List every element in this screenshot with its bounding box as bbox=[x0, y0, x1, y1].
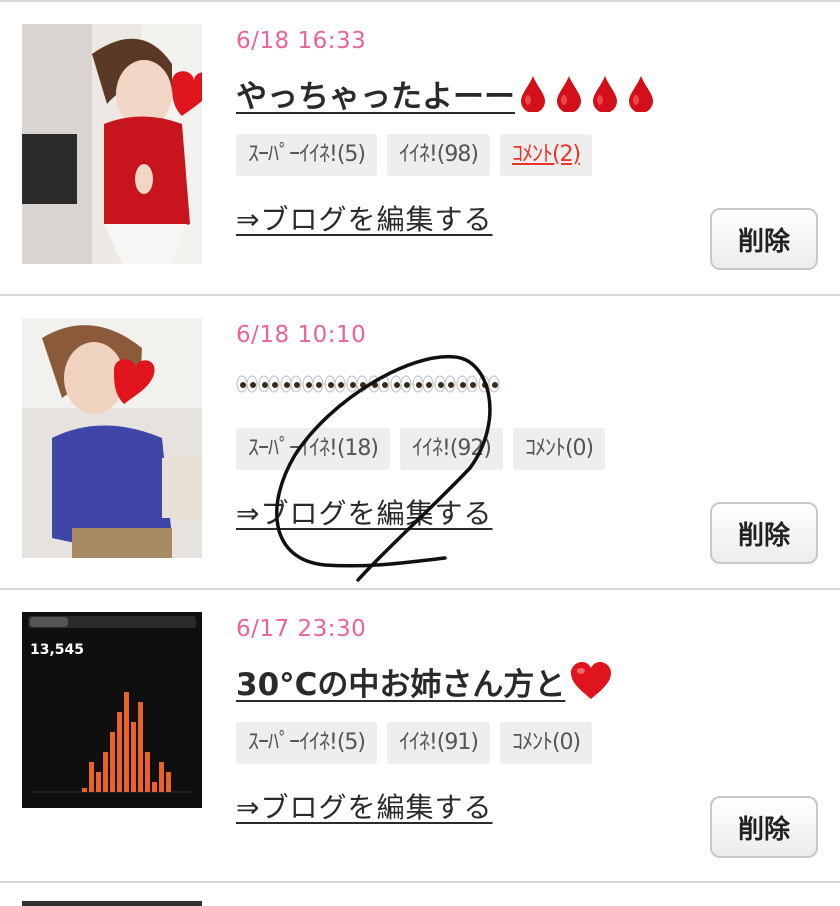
edit-blog-link[interactable]: ⇒ブログを編集する bbox=[236, 198, 492, 238]
entry-date: 6/17 23:30 bbox=[236, 616, 367, 642]
like-count: ｲｲﾈ!(92) bbox=[399, 428, 503, 470]
step-bar bbox=[145, 752, 150, 792]
entry-title: やっちゃったよーー bbox=[236, 78, 515, 115]
step-bar bbox=[166, 772, 171, 792]
step-bar bbox=[117, 712, 122, 792]
super-like-count: ｽｰﾊﾟｰｲｲﾈ!(5) bbox=[236, 134, 377, 176]
blog-entry: 6/18 16:33 やっちゃったよーー ｽｰﾊﾟｰｲｲﾈ!(5) ｲｲﾈ!(9… bbox=[0, 0, 840, 292]
eyes-icon bbox=[390, 375, 412, 393]
blood-drop-icon bbox=[629, 76, 653, 112]
delete-button[interactable]: 削除 bbox=[710, 796, 818, 858]
entry-date: 6/18 10:10 bbox=[236, 322, 367, 348]
entry-thumbnail[interactable] bbox=[22, 318, 202, 558]
edit-blog-link[interactable]: ⇒ブログを編集する bbox=[236, 786, 492, 826]
eyes-icon bbox=[434, 375, 456, 393]
eyes-icon bbox=[346, 375, 368, 393]
entry-title-link[interactable] bbox=[236, 364, 500, 404]
entry-thumbnail[interactable] bbox=[22, 24, 202, 264]
entry-title-link[interactable]: 30°Cの中お姉さん方と bbox=[236, 658, 613, 704]
blood-drop-icon bbox=[557, 76, 581, 112]
entry-title: 30°Cの中お姉さん方と bbox=[236, 666, 566, 703]
steps-total: 13,545 bbox=[30, 642, 84, 658]
eyes-icon bbox=[236, 375, 258, 393]
eyes-icon bbox=[478, 375, 500, 393]
super-like-count: ｽｰﾊﾟｰｲｲﾈ!(5) bbox=[236, 722, 377, 764]
next-entry-thumbnail-edge bbox=[22, 901, 202, 906]
eyes-icon bbox=[280, 375, 302, 393]
eyes-icon bbox=[302, 375, 324, 393]
comment-link[interactable]: ｺﾒﾝﾄ(2) bbox=[499, 134, 593, 176]
eyes-icon bbox=[368, 375, 390, 393]
step-bar bbox=[82, 788, 87, 792]
eyes-icon bbox=[412, 375, 434, 393]
step-bar bbox=[96, 772, 101, 792]
entry-thumbnail[interactable]: 13,545 bbox=[22, 612, 202, 808]
like-count: ｲｲﾈ!(91) bbox=[386, 722, 490, 764]
delete-button[interactable]: 削除 bbox=[710, 502, 818, 564]
blood-drop-icon bbox=[593, 76, 617, 112]
entry-date: 6/18 16:33 bbox=[236, 28, 367, 54]
eyes-icon bbox=[258, 375, 280, 393]
blog-entry: 6/18 10:10 ｽｰﾊﾟｰｲｲﾈ!(18) ｲｲﾈ!(92) ｺﾒﾝﾄ(0… bbox=[0, 294, 840, 586]
eyes-icon bbox=[324, 375, 346, 393]
super-like-count: ｽｰﾊﾟｰｲｲﾈ!(18) bbox=[236, 428, 390, 470]
blood-drop-icon bbox=[521, 76, 545, 112]
step-bar bbox=[159, 762, 164, 792]
like-count: ｲｲﾈ!(98) bbox=[386, 134, 490, 176]
step-bar bbox=[124, 692, 129, 792]
comment-count: ｺﾒﾝﾄ(0) bbox=[512, 428, 606, 470]
step-bar bbox=[103, 752, 108, 792]
step-bar bbox=[110, 732, 115, 792]
step-bar bbox=[89, 762, 94, 792]
edit-blog-link[interactable]: ⇒ブログを編集する bbox=[236, 492, 492, 532]
divider bbox=[0, 881, 840, 883]
eyes-icon bbox=[456, 375, 478, 393]
step-bar bbox=[152, 782, 157, 792]
step-bar bbox=[138, 702, 143, 792]
delete-button[interactable]: 削除 bbox=[710, 208, 818, 270]
blog-entry: 13,545 6/17 23:30 30°Cの中お姉さん方と ｽｰﾊﾟｰｲｲﾈ!… bbox=[0, 588, 840, 880]
entry-title-link[interactable]: やっちゃったよーー bbox=[236, 70, 655, 116]
heart-icon bbox=[571, 662, 612, 699]
comment-count: ｺﾒﾝﾄ(0) bbox=[499, 722, 593, 764]
step-bar bbox=[131, 722, 136, 792]
